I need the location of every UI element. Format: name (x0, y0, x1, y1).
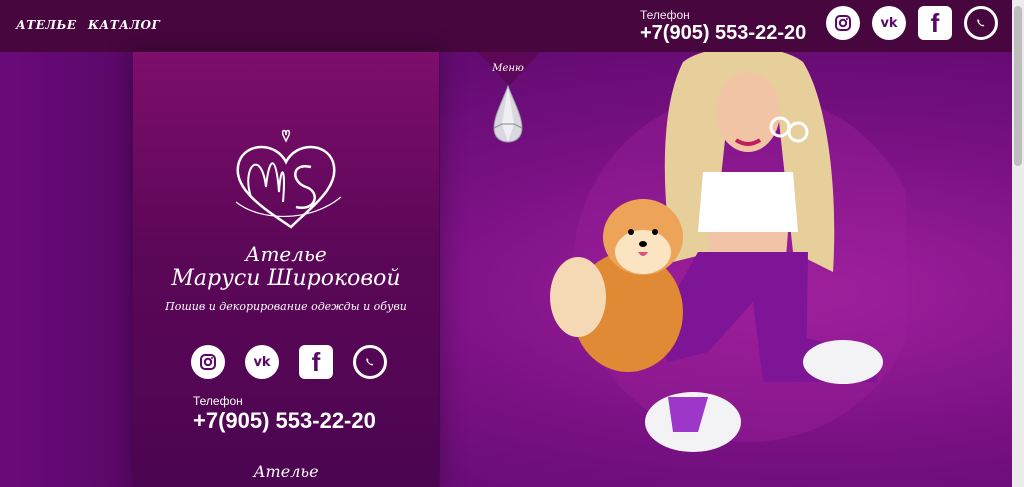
top-navigation-bar: АТЕЛЬЕ КАТАЛОГ Телефон +7(905) 553-22-20… (0, 0, 1012, 52)
whatsapp-icon[interactable] (964, 6, 998, 40)
page-scrollbar[interactable] (1012, 0, 1024, 487)
instagram-icon[interactable] (826, 6, 860, 40)
panel-social-links: vk f (191, 345, 387, 379)
hero-illustration (550, 52, 906, 452)
panel-phone[interactable]: +7(905) 553-22-20 (193, 408, 376, 434)
whatsapp-icon[interactable] (353, 345, 387, 379)
instagram-icon[interactable] (191, 345, 225, 379)
crystal-pendant-icon[interactable] (492, 84, 524, 144)
menu-label[interactable]: Меню (488, 63, 528, 74)
facebook-icon[interactable]: f (918, 6, 952, 40)
atelier-tagline: Пошив и декорирование одежды и обуви (165, 300, 407, 313)
header-phone-label: Телефон (640, 8, 690, 22)
header-social-links: vk f (826, 6, 998, 40)
atelier-logo (235, 129, 342, 229)
vk-icon[interactable]: vk (872, 6, 906, 40)
panel-phone-label: Телефон (193, 394, 243, 408)
nav-link-atelier[interactable]: АТЕЛЬЕ (16, 18, 77, 32)
footer-link-atelier[interactable]: Ателье (133, 462, 439, 481)
vk-icon[interactable]: vk (245, 345, 279, 379)
header-phone[interactable]: +7(905) 553-22-20 (640, 22, 806, 45)
facebook-icon[interactable]: f (299, 345, 333, 379)
atelier-title-line2: Маруси Широковой (171, 266, 401, 291)
atelier-info-panel: Ателье Маруси Широковой Пошив и декориро… (133, 52, 439, 487)
scrollbar-thumb[interactable] (1014, 6, 1022, 166)
atelier-title-line1: Ателье (245, 242, 327, 266)
nav-link-catalog[interactable]: КАТАЛОГ (88, 18, 160, 32)
